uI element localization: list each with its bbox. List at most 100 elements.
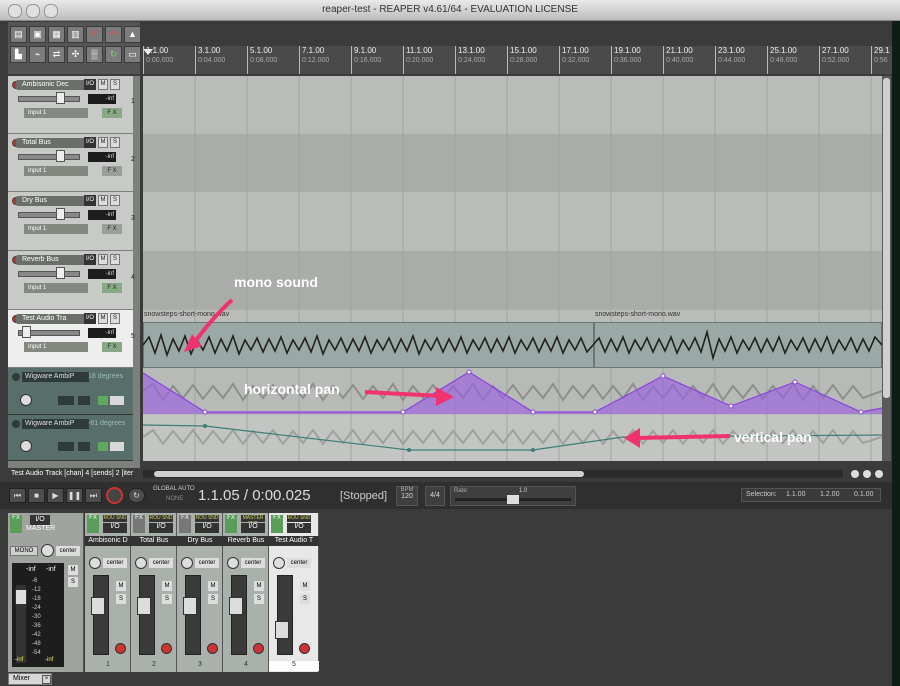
fx-button[interactable]: F X: [102, 342, 122, 352]
mute-button[interactable]: M: [116, 581, 126, 591]
track-name[interactable]: Reverb Bus: [16, 255, 90, 265]
record-arm-icon[interactable]: [161, 643, 172, 654]
track-panel-5[interactable]: Test Audio Tra I/O M S -inf Input 1 F X: [8, 310, 133, 368]
envelope-arm-button[interactable]: [12, 373, 20, 381]
envelope-mode-button[interactable]: [58, 396, 74, 405]
pause-icon[interactable]: ❚❚: [66, 488, 83, 503]
mute-button[interactable]: M: [98, 313, 108, 324]
solo-button[interactable]: S: [110, 195, 120, 206]
crossfade-icon[interactable]: ▒: [86, 46, 103, 63]
envelope-panel-vertical[interactable]: Wigware AmbiP -61 degrees: [8, 415, 133, 461]
solo-button[interactable]: S: [110, 79, 120, 90]
strip-fx-button[interactable]: FX: [87, 515, 99, 533]
strip-fx-button[interactable]: FX: [271, 515, 283, 533]
input-select[interactable]: Input 1: [24, 342, 88, 352]
solo-button[interactable]: S: [300, 594, 310, 604]
item-grouping-icon[interactable]: ✣: [67, 46, 84, 63]
strip-io-button[interactable]: I/O: [195, 523, 219, 533]
strip-fx-button[interactable]: FX: [225, 515, 237, 533]
selection-end[interactable]: 1.2.00: [820, 489, 839, 501]
solo-button[interactable]: S: [110, 313, 120, 324]
volume-knob[interactable]: [56, 267, 65, 279]
new-project-icon[interactable]: ▤: [10, 26, 27, 43]
track-panel-1[interactable]: Ambisonic Dec I/O M S -inf Input 1 F X: [8, 76, 133, 134]
pan-knob[interactable]: [227, 557, 239, 569]
io-button[interactable]: I/O: [84, 137, 96, 148]
envelope-active-button[interactable]: [98, 442, 108, 451]
fader-knob[interactable]: [91, 597, 105, 615]
rate-control[interactable]: Rate: 1.0: [450, 486, 576, 506]
strip-name[interactable]: Reverb Bus: [223, 536, 269, 546]
pan-knob[interactable]: [135, 557, 147, 569]
record-arm-icon[interactable]: [299, 643, 310, 654]
track-name[interactable]: Total Bus: [16, 138, 90, 148]
selection-start[interactable]: 1.1.00: [786, 489, 805, 501]
timeline-ruler[interactable]: 1.1.00 0:00.000 3.1.00 0:04.000 5.1.00 0:08…: [143, 46, 892, 74]
volume-slider[interactable]: [18, 271, 80, 277]
track-name[interactable]: Test Audio Tra: [16, 314, 90, 324]
master-fx-button[interactable]: FX: [10, 515, 22, 533]
envelope-knob[interactable]: [20, 440, 32, 452]
io-button[interactable]: I/O: [84, 313, 96, 324]
volume-slider[interactable]: [18, 96, 80, 102]
time-signature[interactable]: 4/4: [425, 486, 445, 506]
position-display[interactable]: 1.1.05 / 0:00.025: [198, 487, 311, 504]
strip-route-label[interactable]: ROU SND: [103, 515, 127, 522]
mute-button[interactable]: M: [300, 581, 310, 591]
mute-button[interactable]: M: [98, 137, 108, 148]
fader-knob[interactable]: [275, 621, 289, 639]
strip-route-label[interactable]: ROU SND: [287, 515, 311, 522]
volume-slider[interactable]: [18, 154, 80, 160]
io-button[interactable]: I/O: [84, 254, 96, 265]
stop-icon[interactable]: ■: [28, 488, 45, 503]
strip-io-button[interactable]: I/O: [103, 523, 127, 533]
fx-button[interactable]: F X: [102, 224, 122, 234]
input-select[interactable]: Input 1: [24, 166, 88, 176]
envelope-shape-button[interactable]: [110, 442, 124, 451]
bpm-box[interactable]: BPM 120: [396, 486, 418, 506]
fader-knob[interactable]: [183, 597, 197, 615]
mute-button[interactable]: M: [98, 79, 108, 90]
master-mute-button[interactable]: M: [68, 565, 78, 575]
mono-button[interactable]: MONO: [10, 546, 38, 556]
loop-icon[interactable]: ↻: [105, 46, 122, 63]
strip-name[interactable]: Ambisonic D: [85, 536, 131, 546]
open-project-icon[interactable]: ▣: [29, 26, 46, 43]
master-pan-knob[interactable]: [41, 544, 54, 557]
pan-knob[interactable]: [181, 557, 193, 569]
global-auto-label[interactable]: GLOBAL AUTO: [153, 486, 195, 492]
track-panel-2[interactable]: Total Bus I/O M S -inf Input 1 F X: [8, 134, 133, 192]
io-button[interactable]: I/O: [84, 195, 96, 206]
mute-button[interactable]: M: [98, 195, 108, 206]
fader-knob[interactable]: [137, 597, 151, 615]
zoom-fit-icon[interactable]: [875, 470, 883, 478]
envelope-hide-button[interactable]: [78, 442, 90, 451]
metronome-icon[interactable]: ▲: [124, 26, 141, 43]
strip-route-label[interactable]: ROU SND: [195, 515, 219, 522]
fader-track[interactable]: [277, 575, 293, 655]
envelope-arm-button[interactable]: [12, 420, 20, 428]
selection-display[interactable]: Selection: 1.1.00 1.2.00 0.1.00: [741, 488, 881, 502]
track-panel-4[interactable]: Reverb Bus I/O M S -inf Input 1 F X: [8, 251, 133, 310]
solo-button[interactable]: S: [208, 594, 218, 604]
pan-knob[interactable]: [89, 557, 101, 569]
playhead-marker-icon[interactable]: [143, 49, 153, 55]
global-auto-mode[interactable]: NONE: [166, 496, 183, 502]
solo-button[interactable]: S: [116, 594, 126, 604]
strip-name[interactable]: Total Bus: [131, 536, 177, 546]
mixer-tab[interactable]: Mixer ×: [8, 673, 52, 685]
strip-name[interactable]: Test Audio T: [269, 536, 319, 546]
strip-io-button[interactable]: I/O: [241, 523, 265, 533]
selection-length[interactable]: 0.1.00: [854, 489, 873, 501]
solo-button[interactable]: S: [254, 594, 264, 604]
record-arm-icon[interactable]: [253, 643, 264, 654]
solo-button[interactable]: S: [110, 254, 120, 265]
save-project-icon[interactable]: ▦: [48, 26, 65, 43]
strip-io-button[interactable]: I/O: [149, 523, 173, 533]
strip-io-button[interactable]: I/O: [287, 523, 311, 533]
fader-track[interactable]: [139, 575, 155, 655]
play-icon[interactable]: ▶: [47, 488, 64, 503]
mute-button[interactable]: M: [208, 581, 218, 591]
zoom-in-icon[interactable]: [863, 470, 871, 478]
mute-button[interactable]: M: [98, 254, 108, 265]
